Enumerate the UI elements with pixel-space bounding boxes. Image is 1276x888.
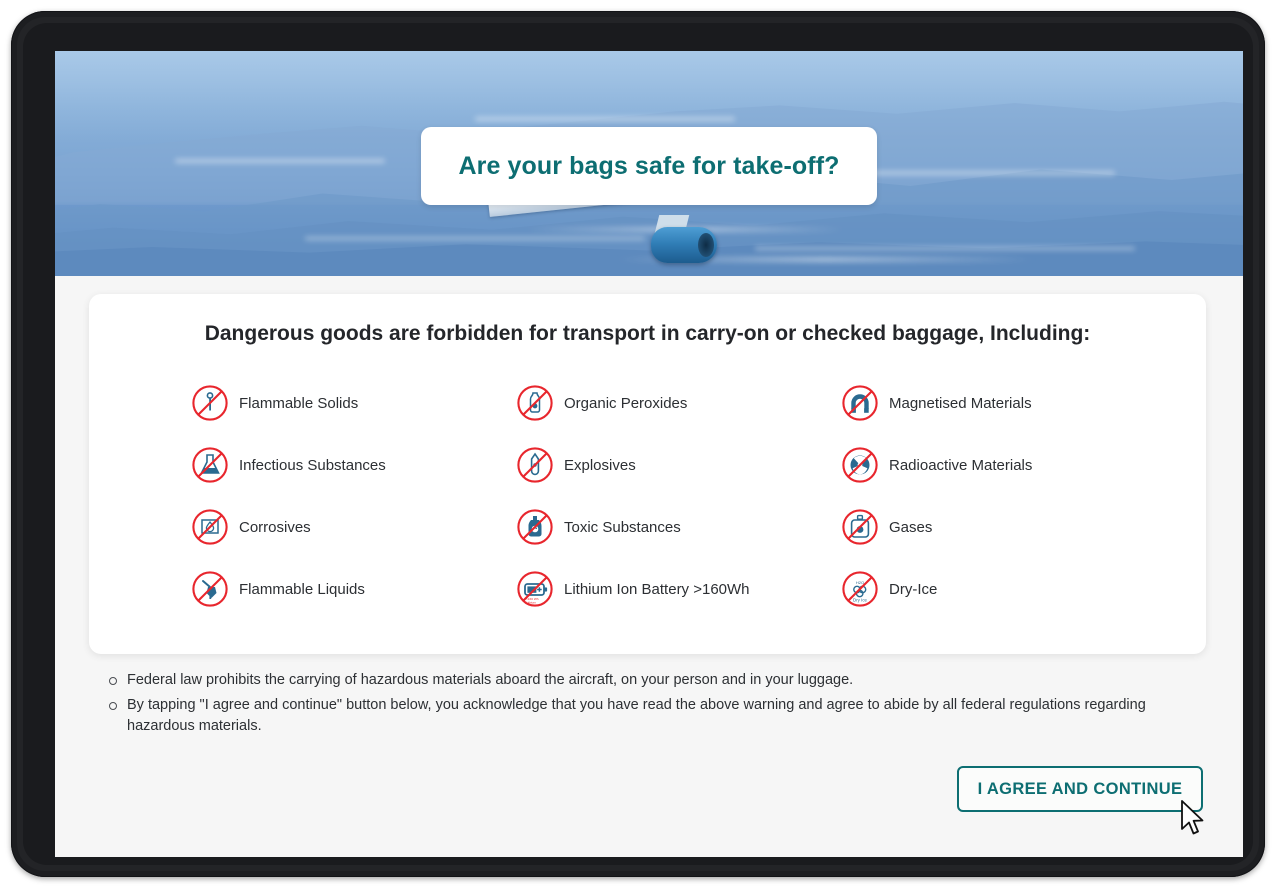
screen: Are your bags safe for take-off? Dangero… — [55, 51, 1243, 857]
snow-streak — [175, 159, 385, 163]
forbidden-item-label: Lithium Ion Battery >160Wh — [564, 580, 750, 598]
lithium-battery-icon: >160 Wh Lithium — [516, 570, 554, 608]
forbidden-item: Explosives — [516, 446, 841, 484]
legal-notes-list: Federal law prohibits the carrying of ha… — [105, 670, 1195, 737]
forbidden-item-label: Dry-Ice — [889, 580, 938, 598]
forbidden-item-label: Flammable Solids — [239, 394, 359, 412]
forbidden-item: Toxic Substances — [516, 508, 841, 546]
forbidden-item-label: Flammable Liquids — [239, 580, 365, 598]
action-row: I AGREE AND CONTINUE — [957, 766, 1203, 812]
agree-and-continue-button[interactable]: I AGREE AND CONTINUE — [957, 766, 1203, 812]
forbidden-item: Magnetised Materials — [841, 384, 1166, 422]
legal-notes: Federal law prohibits the carrying of ha… — [105, 670, 1195, 741]
forbidden-item-label: Magnetised Materials — [889, 394, 1032, 412]
hero-title-card: Are your bags safe for take-off? — [421, 127, 877, 205]
forbidden-item-label: Radioactive Materials — [889, 456, 1033, 474]
forbidden-item-label: Infectious Substances — [239, 456, 386, 474]
legal-note-item: Federal law prohibits the carrying of ha… — [105, 670, 1195, 691]
forbidden-item: H2O Dry Ice Dry-Ice — [841, 570, 1166, 608]
forbidden-item: Gases — [841, 508, 1166, 546]
forbidden-item-label: Gases — [889, 518, 933, 536]
forbidden-item-label: Corrosives — [239, 518, 311, 536]
flammable-liquids-icon — [191, 570, 229, 608]
card-heading: Dangerous goods are forbidden for transp… — [204, 322, 1091, 345]
content-area: Dangerous goods are forbidden for transp… — [55, 276, 1243, 857]
snow-streak — [475, 117, 735, 121]
dangerous-goods-card: Dangerous goods are forbidden for transp… — [89, 294, 1206, 654]
svg-text:Dry Ice: Dry Ice — [853, 598, 867, 603]
explosives-icon — [516, 446, 554, 484]
magnetised-materials-icon — [841, 384, 879, 422]
corrosives-icon — [191, 508, 229, 546]
organic-peroxides-icon — [516, 384, 554, 422]
forbidden-item: Organic Peroxides — [516, 384, 841, 422]
forbidden-item-label: Explosives — [564, 456, 636, 474]
device-frame: Are your bags safe for take-off? Dangero… — [11, 11, 1265, 877]
forbidden-item: >160 Wh Lithium Lithium Ion Battery >160… — [516, 570, 841, 608]
page-title: Are your bags safe for take-off? — [458, 151, 840, 180]
snow-streak — [755, 247, 1135, 250]
forbidden-item-label: Toxic Substances — [564, 518, 681, 536]
forbidden-items-grid: Flammable Solids Organic Peroxides Magne… — [119, 384, 1176, 608]
forbidden-item: Corrosives — [191, 508, 516, 546]
radioactive-materials-icon — [841, 446, 879, 484]
forbidden-item: Flammable Liquids — [191, 570, 516, 608]
legal-note-item: By tapping "I agree and continue" button… — [105, 695, 1195, 737]
toxic-substances-icon — [516, 508, 554, 546]
forbidden-item: Radioactive Materials — [841, 446, 1166, 484]
forbidden-item-label: Organic Peroxides — [564, 394, 688, 412]
svg-text:H2O: H2O — [856, 580, 864, 585]
forbidden-item: Flammable Solids — [191, 384, 516, 422]
airplane-engine — [651, 227, 717, 263]
infectious-substances-icon — [191, 446, 229, 484]
gases-icon — [841, 508, 879, 546]
flammable-solids-icon — [191, 384, 229, 422]
forbidden-item: Infectious Substances — [191, 446, 516, 484]
dry-ice-icon: H2O Dry Ice — [841, 570, 879, 608]
hero-banner: Are your bags safe for take-off? — [55, 51, 1243, 276]
